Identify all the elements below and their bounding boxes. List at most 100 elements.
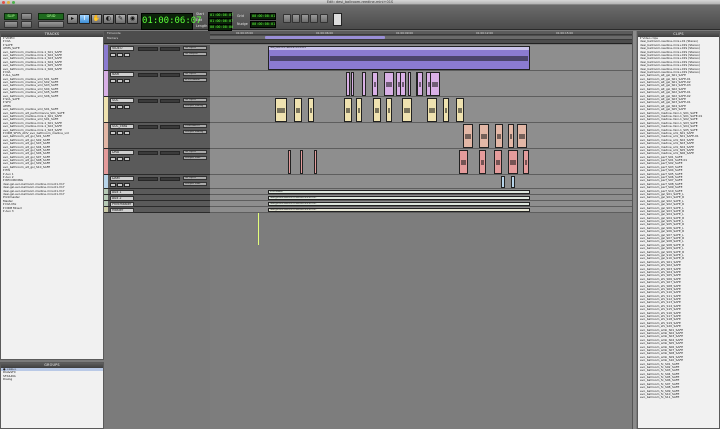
audio-clip[interactable] — [501, 176, 505, 188]
play-button[interactable] — [301, 14, 309, 23]
audio-clip[interactable] — [459, 150, 468, 174]
track-name-field[interactable]: DRA — [110, 150, 134, 155]
solo-button[interactable] — [110, 105, 116, 109]
track-name-field[interactable]: SUL_cass — [110, 124, 134, 129]
mute-button[interactable] — [117, 183, 123, 187]
markers-ruler[interactable] — [210, 36, 636, 40]
audio-clip[interactable] — [386, 98, 392, 122]
send-slot[interactable] — [160, 47, 180, 51]
solo-button[interactable] — [110, 183, 116, 187]
trim-tool-icon[interactable]: ▸ — [67, 14, 78, 24]
track-output-selector[interactable]: Output Dialog — [183, 104, 207, 108]
audio-clip[interactable] — [373, 98, 381, 122]
track-lane[interactable] — [210, 149, 636, 175]
nudge-value-field[interactable]: 00:00:00:01 — [250, 21, 276, 28]
tracks-area[interactable]: desi_ballroom-reedine-mini+01S Printmaste… — [210, 45, 636, 429]
track-input-selector[interactable]: no input — [183, 150, 207, 154]
record-enable-button[interactable] — [124, 79, 130, 83]
audio-clip[interactable] — [294, 98, 302, 122]
timecode-ruler[interactable]: 01:00:03:00 01:00:06:00 01:00:09:00 01:00:1… — [210, 31, 636, 35]
audio-clip[interactable] — [430, 72, 440, 96]
mute-button[interactable] — [117, 79, 123, 83]
insert-slot[interactable] — [138, 125, 158, 129]
track-input-selector[interactable]: no input — [183, 72, 207, 76]
mute-button[interactable] — [117, 105, 123, 109]
track-output-selector[interactable]: Output Dialog — [183, 130, 207, 134]
send-slot[interactable] — [160, 125, 180, 129]
track-lane[interactable] — [210, 175, 636, 189]
track-output-selector[interactable]: Output DRA — [183, 156, 207, 160]
audio-clip[interactable]: desi-gsl-evo-ballroom-madine-mini-01-V17 — [268, 196, 530, 200]
audio-clip[interactable] — [300, 150, 303, 174]
audio-clip[interactable] — [456, 98, 464, 122]
audio-clip[interactable] — [523, 150, 529, 174]
audio-clip[interactable]: desi_ballroom-reedine-mini+01S — [268, 46, 530, 70]
solo-button[interactable] — [110, 79, 116, 83]
track-lane[interactable] — [210, 71, 636, 97]
marker-range[interactable] — [265, 36, 385, 39]
groups_panel-item[interactable]: Dialog — [1, 377, 103, 381]
scrubber-tool-icon[interactable]: ◐ — [103, 14, 114, 24]
track-name-field[interactable]: NAR — [110, 72, 134, 77]
track-lane[interactable] — [210, 97, 636, 123]
track-output-selector[interactable]: no output — [183, 52, 207, 56]
insert-slot[interactable] — [138, 99, 158, 103]
clips_panel-item[interactable]: evo_ballroom_fx_S11_SAFE — [638, 395, 719, 399]
track-name-field[interactable]: Master — [110, 208, 134, 213]
audio-clip[interactable] — [314, 150, 317, 174]
record-enable-button[interactable] — [124, 157, 130, 161]
audio-clip[interactable]: Printmaster — [268, 190, 530, 194]
audio-clip[interactable] — [362, 72, 366, 96]
send-slot[interactable] — [160, 99, 180, 103]
mute-button[interactable] — [117, 131, 123, 135]
nudge-mode-button[interactable] — [38, 21, 64, 28]
insert-slot[interactable] — [138, 177, 158, 181]
audio-clip[interactable] — [508, 150, 518, 174]
audio-clip[interactable] — [344, 98, 352, 122]
audio-clip[interactable] — [495, 124, 503, 148]
smart-tool-icon[interactable]: ◉ — [127, 14, 138, 24]
main-counter[interactable]: 01:00:06:07 — [141, 13, 202, 30]
send-slot[interactable] — [160, 73, 180, 77]
audio-clip[interactable] — [443, 98, 449, 122]
audio-clip[interactable] — [384, 72, 394, 96]
insert-slot[interactable] — [138, 73, 158, 77]
audio-clip[interactable] — [356, 98, 362, 122]
audio-clip[interactable] — [400, 72, 406, 96]
zoom-toggle-button[interactable] — [21, 13, 32, 20]
audio-clip[interactable] — [346, 72, 350, 96]
audio-clip[interactable]: desi-gsl-evo-ballroom-madine-mini-01-V17 — [268, 202, 530, 206]
solo-button[interactable] — [110, 53, 116, 57]
edit-mode-slip-button[interactable]: SLIP — [4, 13, 18, 20]
length-field[interactable]: 00:00:00:00 — [208, 24, 233, 31]
track-lane[interactable] — [210, 123, 636, 149]
audio-clip[interactable] — [402, 98, 412, 122]
audio-clip[interactable] — [494, 150, 502, 174]
audio-clip[interactable] — [417, 72, 423, 96]
zoom-preset-button[interactable] — [21, 21, 32, 28]
record-enable-button[interactable] — [124, 105, 130, 109]
track-output-selector[interactable]: Printmaster — [183, 78, 207, 82]
audio-clip[interactable]: desi-gsl-evo-ballroom-madine-mini-01-V17 — [268, 208, 530, 212]
selector-tool-icon[interactable]: I — [79, 14, 90, 24]
audio-clip[interactable] — [517, 124, 527, 148]
record-button[interactable] — [310, 14, 318, 23]
track-name-field[interactable]: SUL — [110, 98, 134, 103]
mute-button[interactable] — [117, 53, 123, 57]
track-input-selector[interactable]: no input — [183, 46, 207, 50]
tracks_panel-item[interactable]: ▾ Aux 3 — [1, 209, 103, 213]
audio-clip[interactable] — [275, 98, 287, 122]
track-header-master[interactable]: Master — [104, 207, 210, 213]
insert-slot[interactable] — [138, 151, 158, 155]
audio-clip[interactable] — [511, 176, 515, 188]
audio-clip[interactable] — [351, 72, 354, 96]
audio-clip[interactable] — [288, 150, 291, 174]
track-name-field[interactable]: DAM — [110, 176, 134, 181]
track-header-sul-cass[interactable]: SUL_cass Foundation Output Dialog — [104, 123, 210, 149]
track-input-selector[interactable]: no input — [183, 176, 207, 180]
send-slot[interactable] — [160, 177, 180, 181]
track-output-selector[interactable]: Output DRA — [183, 182, 207, 186]
rewind-button[interactable] — [283, 14, 291, 23]
track-name-field[interactable]: VIDEO — [110, 46, 134, 51]
audio-clip[interactable] — [463, 124, 473, 148]
